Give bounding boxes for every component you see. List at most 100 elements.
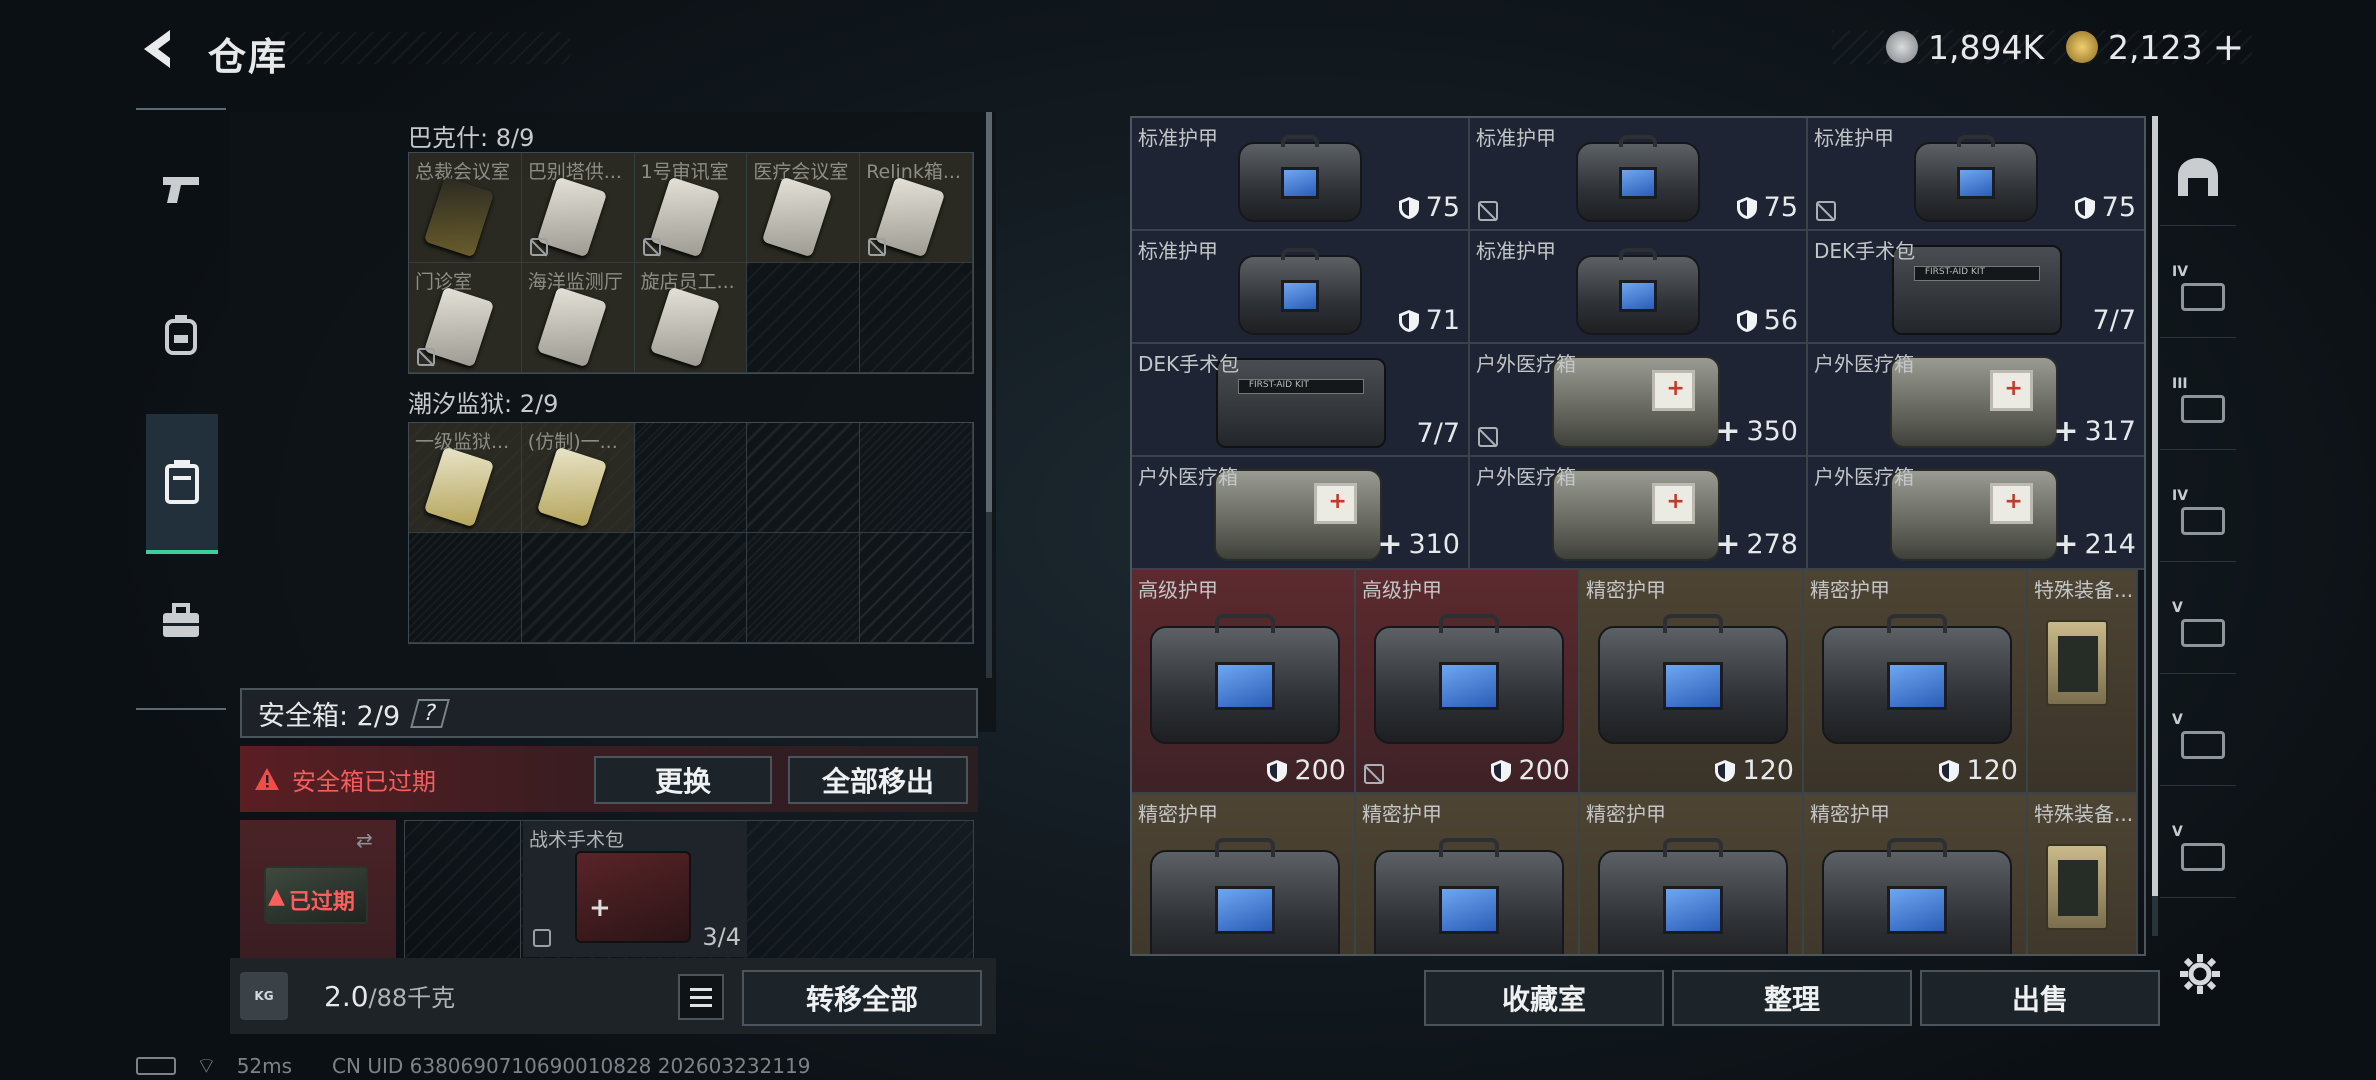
item-value: 120 bbox=[1714, 755, 1794, 786]
inventory-item-armor[interactable]: 精密护甲 bbox=[1804, 794, 2028, 954]
item-value: 71 bbox=[1398, 305, 1460, 336]
medkit-iv-tab-icon[interactable]: IV bbox=[2160, 466, 2236, 562]
armor-icon bbox=[1598, 614, 1788, 744]
item-value: 120 bbox=[1938, 755, 2018, 786]
empty-slot[interactable] bbox=[860, 533, 973, 643]
replace-button[interactable]: 更换 bbox=[594, 756, 772, 804]
key-grid-tidal-prison: 一级监狱... (仿制)一... bbox=[408, 422, 974, 644]
inventory-item-armor[interactable]: 精密护甲 bbox=[1356, 794, 1580, 954]
item-name: 特殊装备... bbox=[2034, 802, 2134, 826]
empty-slot[interactable] bbox=[634, 423, 748, 533]
collection-room-button[interactable]: 收藏室 bbox=[1424, 970, 1664, 1026]
sell-button[interactable]: 出售 bbox=[1920, 970, 2160, 1026]
empty-slot[interactable] bbox=[860, 263, 973, 373]
key-card-slot[interactable]: Relink箱... bbox=[860, 153, 973, 263]
pistol-icon[interactable] bbox=[150, 158, 212, 220]
item-value: +278 bbox=[1715, 527, 1798, 562]
backpack-icon[interactable] bbox=[150, 304, 212, 366]
key-card-name: 旋店员工... bbox=[640, 271, 735, 293]
stash-scrollbar[interactable] bbox=[986, 112, 992, 678]
tab-glyph bbox=[2181, 730, 2225, 759]
inventory-item-medkit[interactable]: 户外医疗箱 +310 bbox=[1132, 457, 1470, 570]
empty-slot[interactable] bbox=[747, 263, 861, 373]
rifle-iii-tab-icon[interactable]: III bbox=[2160, 354, 2236, 450]
item-value: 75 bbox=[1398, 192, 1460, 223]
empty-slot[interactable] bbox=[860, 423, 973, 533]
key-card-slot[interactable]: (仿制)一... bbox=[521, 423, 635, 533]
inventory-item-medkit[interactable]: 户外医疗箱 +214 bbox=[1808, 457, 2144, 570]
expired-notice: 安全箱已过期 bbox=[292, 767, 436, 796]
container-icon[interactable] bbox=[146, 414, 218, 554]
empty-slot[interactable] bbox=[747, 423, 861, 533]
inventory-item-surgery[interactable]: DEK手术包 7/7 bbox=[1808, 231, 2144, 344]
empty-slot[interactable] bbox=[747, 533, 861, 643]
rifle-iv-tab-icon[interactable]: IV bbox=[2160, 242, 2236, 338]
tactical-kit-icon: + bbox=[575, 851, 691, 943]
inventory-item-medkit[interactable]: 户外医疗箱 +278 bbox=[1470, 457, 1808, 570]
key-card-slot[interactable]: 1号审讯室 bbox=[634, 153, 748, 263]
inventory-item-armor[interactable]: 精密护甲 120 bbox=[1580, 570, 1804, 794]
empty-slot[interactable] bbox=[409, 533, 522, 643]
armor-v-tab-icon[interactable]: V bbox=[2160, 578, 2236, 674]
back-arrow-icon[interactable] bbox=[134, 24, 184, 74]
empty-slot[interactable] bbox=[521, 533, 635, 643]
gold-currency[interactable]: 2,123 + bbox=[2066, 24, 2244, 70]
weight-kg-icon: KG bbox=[240, 972, 288, 1020]
medkit-icon bbox=[1552, 469, 1720, 561]
tier-label: V bbox=[2172, 712, 2183, 728]
item-name: 户外医疗箱 bbox=[1814, 352, 1914, 376]
safebox-slot-empty[interactable] bbox=[405, 821, 521, 959]
key-card-slot[interactable]: 海洋监测厅 bbox=[521, 263, 635, 373]
inventory-item-armor[interactable]: 精密护甲 120 bbox=[1804, 570, 2028, 794]
tactical-kit-slot[interactable]: 战术手术包 + 3/4 bbox=[523, 821, 747, 957]
empty-slot[interactable] bbox=[634, 533, 748, 643]
tier-label: IV bbox=[2172, 488, 2189, 504]
unavailable-icon bbox=[529, 238, 548, 256]
inventory-item-armor[interactable]: 精密护甲 bbox=[1580, 794, 1804, 954]
helmet-tab-icon[interactable] bbox=[2160, 130, 2236, 226]
tactical-kit-uses: 3/4 bbox=[702, 923, 741, 951]
key-card-slot[interactable]: 巴别塔供... bbox=[521, 153, 635, 263]
armor-v3-tab-icon[interactable]: V bbox=[2160, 802, 2236, 898]
inventory-item-medkit[interactable]: 户外医疗箱 +317 bbox=[1808, 344, 2144, 457]
inventory-item-armor[interactable]: 高级护甲 200 bbox=[1132, 570, 1356, 794]
list-view-icon[interactable] bbox=[678, 974, 724, 1020]
inventory-item-surgery[interactable]: DEK手术包 7/7 bbox=[1132, 344, 1470, 457]
key-card-name: 一级监狱... bbox=[415, 431, 510, 453]
inventory-item-armor[interactable]: 高级护甲 200 bbox=[1356, 570, 1580, 794]
inventory-item-armor[interactable]: 标准护甲 71 bbox=[1132, 231, 1470, 344]
swap-icon[interactable]: ⇄ bbox=[356, 828, 373, 852]
safebox-slot[interactable]: ▲ 已过期 ⇄ bbox=[240, 820, 396, 960]
armor-icon bbox=[1150, 614, 1340, 744]
inventory-item-medkit[interactable]: 户外医疗箱 +350 bbox=[1470, 344, 1808, 457]
add-currency-icon[interactable]: + bbox=[2212, 25, 2244, 69]
transfer-all-button[interactable]: 转移全部 bbox=[742, 970, 982, 1026]
item-value: +350 bbox=[1715, 414, 1798, 449]
settings-gear-icon[interactable] bbox=[2178, 952, 2222, 996]
key-card-slot[interactable]: 一级监狱... bbox=[409, 423, 522, 533]
inventory-item-armor[interactable]: 标准护甲 75 bbox=[1470, 118, 1808, 231]
help-icon[interactable]: ? bbox=[410, 698, 450, 728]
inventory-item-armor[interactable]: 标准护甲 75 bbox=[1808, 118, 2144, 231]
key-card-slot[interactable]: 总裁会议室 bbox=[409, 153, 522, 263]
move-all-out-button[interactable]: 全部移出 bbox=[788, 756, 968, 804]
armor-icon bbox=[1238, 247, 1362, 335]
group-label-tidal-prison: 潮汐监狱: 2/9 bbox=[408, 390, 559, 418]
tier-label: IV bbox=[2172, 264, 2189, 280]
item-value: 75 bbox=[2074, 192, 2136, 223]
toolbox-icon[interactable] bbox=[150, 590, 212, 652]
key-card-slot[interactable]: 旋店员工... bbox=[634, 263, 748, 373]
inventory-item-armor[interactable]: 精密护甲 bbox=[1132, 794, 1356, 954]
item-name: DEK手术包 bbox=[1814, 239, 1916, 263]
armor-icon bbox=[1576, 134, 1700, 222]
inventory-item-special[interactable]: 特殊装备... bbox=[2028, 794, 2138, 954]
armor-v2-tab-icon[interactable]: V bbox=[2160, 690, 2236, 786]
item-name: 户外医疗箱 bbox=[1814, 465, 1914, 489]
inventory-item-special[interactable]: 特殊装备... bbox=[2028, 570, 2138, 794]
inventory-scrollbar[interactable] bbox=[2152, 116, 2158, 936]
key-card-slot[interactable]: 门诊室 bbox=[409, 263, 522, 373]
inventory-item-armor[interactable]: 标准护甲 75 bbox=[1132, 118, 1470, 231]
organize-button[interactable]: 整理 bbox=[1672, 970, 1912, 1026]
inventory-item-armor[interactable]: 标准护甲 56 bbox=[1470, 231, 1808, 344]
key-card-slot[interactable]: 医疗会议室 bbox=[747, 153, 861, 263]
